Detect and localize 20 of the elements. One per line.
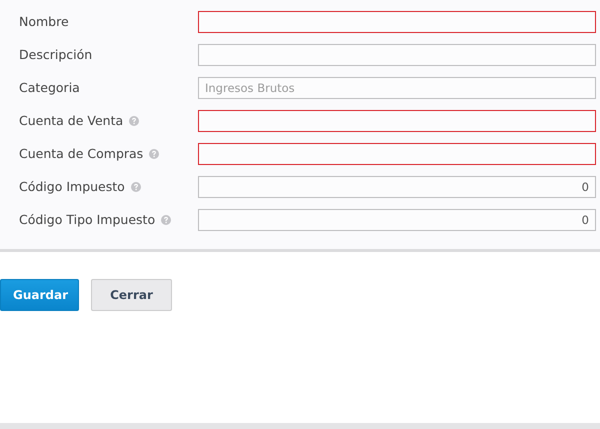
close-button[interactable]: Cerrar	[91, 279, 172, 311]
input-field[interactable]	[198, 44, 596, 66]
help-icon[interactable]	[129, 116, 140, 126]
field-label: Cuenta de Compras	[19, 146, 144, 161]
field-label: Código Impuesto	[19, 179, 125, 194]
help-icon[interactable]	[161, 214, 172, 224]
field-label: Categoria	[19, 80, 80, 95]
input-field[interactable]	[198, 142, 596, 164]
input-field[interactable]	[198, 10, 596, 32]
field-label: Cuenta de Venta	[19, 113, 124, 128]
help-icon[interactable]	[149, 148, 160, 158]
input-field[interactable]: Ingresos Brutos	[198, 76, 596, 98]
field-label: Descripción	[19, 47, 92, 62]
help-icon[interactable]	[130, 182, 141, 192]
field-label: Nombre	[19, 14, 69, 29]
field-label: Código Tipo Impuesto	[19, 212, 156, 227]
input-field[interactable]: 0	[198, 176, 596, 198]
input-field[interactable]: 0	[198, 208, 596, 230]
input-field[interactable]	[198, 110, 596, 132]
save-button[interactable]: Guardar	[0, 279, 79, 311]
